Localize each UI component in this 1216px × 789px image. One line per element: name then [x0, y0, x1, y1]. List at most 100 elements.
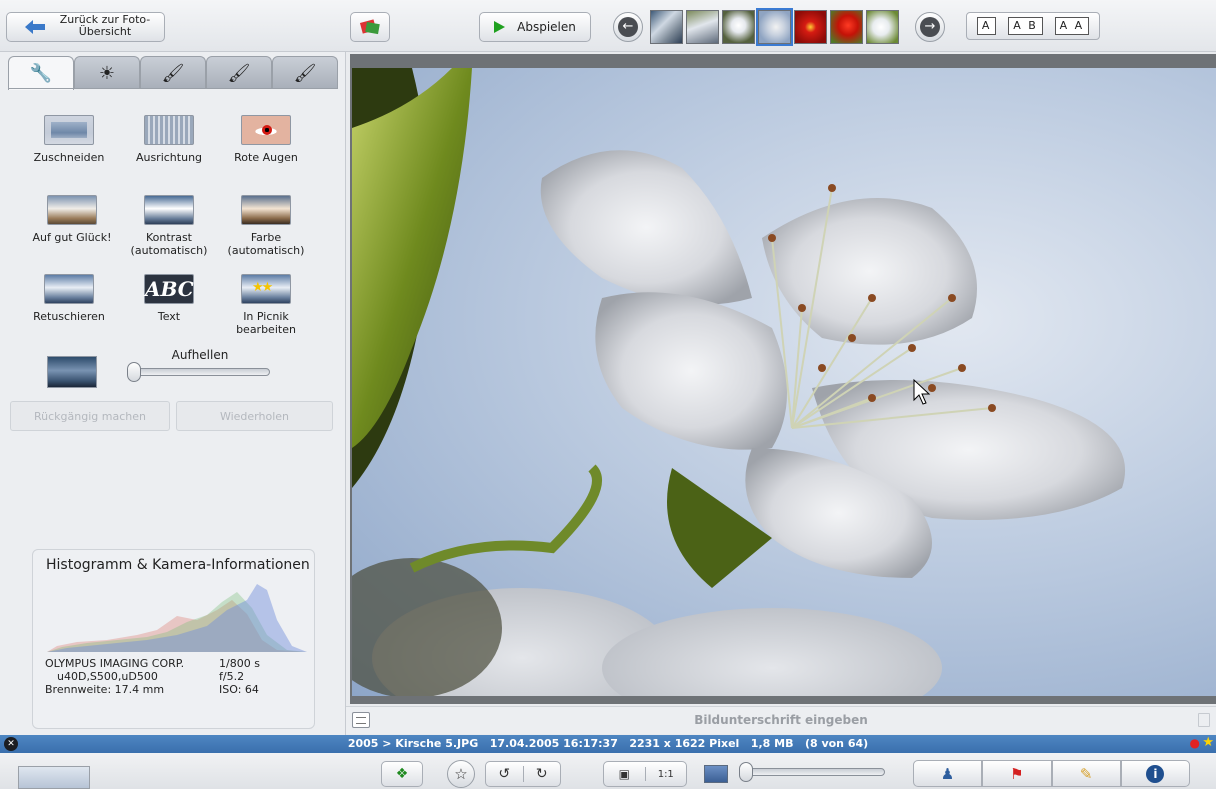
tab-basic-fixes[interactable]: 🔧 [8, 56, 74, 90]
actual-size-button[interactable]: 1:1 [646, 769, 687, 780]
arrow-left-icon [25, 20, 45, 34]
rotate-left-icon[interactable]: ↺ [486, 766, 524, 782]
caption-bar: Bildunterschrift eingeben [346, 706, 1216, 734]
filmstrip-thumbnail-selected[interactable] [756, 8, 793, 46]
auto-color-tool[interactable]: Farbe (automatisch) [216, 195, 316, 257]
tray-pin-button[interactable]: ❖ [381, 761, 423, 787]
crop-icon [44, 115, 94, 145]
im-feeling-lucky-tool[interactable]: Auf gut Glück! [22, 195, 122, 244]
tab-divider [8, 88, 338, 89]
rotate-right-icon[interactable]: ↻ [524, 766, 561, 782]
zoom-icon [704, 765, 728, 783]
camera-info: OLYMPUS IMAGING CORP. u40D,S500,uD500 Br… [45, 657, 213, 696]
edit-tabs: 🔧 ☀ 🖌 🖌 🖌 [8, 56, 338, 90]
sun-icon: ☀ [98, 62, 116, 84]
auto-contrast-label: Kontrast (automatisch) [130, 231, 208, 257]
filmstrip-thumbnail[interactable] [722, 10, 755, 44]
fit-to-window-icon[interactable]: ▣ [604, 767, 646, 781]
star-button[interactable]: ☆ [447, 760, 475, 788]
fill-light-slider[interactable] [127, 362, 270, 382]
info-button[interactable]: i [1120, 760, 1190, 787]
tab-effects-2[interactable]: 🖌 [206, 56, 272, 89]
people-button[interactable]: ♟ [913, 760, 983, 787]
back-to-photo-overview-button[interactable]: Zurück zur Foto- Übersicht [6, 12, 165, 42]
zoom-slider[interactable] [739, 762, 885, 782]
brush-icon: 🖌 [161, 62, 185, 84]
caption-input[interactable]: Bildunterschrift eingeben [346, 713, 1216, 727]
tab-adjustments[interactable]: ☀ [74, 56, 140, 89]
undo-button[interactable]: Rückgängig machen [10, 401, 170, 431]
picnik-stars-icon [241, 274, 291, 304]
arrow-right-circle-icon: → [920, 17, 940, 37]
text-tool[interactable]: ABC Text [119, 274, 219, 323]
brush-picture-icon: 🖌 [227, 62, 251, 84]
next-photo-button[interactable]: → [915, 12, 945, 42]
share-button[interactable] [350, 12, 390, 42]
fill-light-label: Aufhellen [171, 348, 229, 362]
retouch-label: Retuschieren [33, 310, 105, 323]
red-eye-tool[interactable]: Rote Augen [216, 115, 316, 164]
focal-length: Brennweite: 17.4 mm [45, 683, 165, 696]
status-bar: ✕ 2005 > Kirsche 5.JPG 17.04.2005 16:17:… [0, 735, 1216, 753]
filmstrip-thumbnail[interactable] [830, 10, 863, 44]
crop-tool[interactable]: Zuschneiden [19, 115, 119, 164]
play-label: Abspielen [517, 20, 576, 34]
places-button[interactable]: ⚑ [982, 760, 1052, 787]
straighten-label: Ausrichtung [135, 151, 203, 164]
tag-icon: ✎ [1079, 764, 1093, 783]
filmstrip [650, 8, 899, 46]
back-button-label: Zurück zur Foto- Übersicht [59, 13, 151, 38]
trash-icon[interactable] [1198, 713, 1210, 727]
retouch-tool[interactable]: Retuschieren [19, 274, 119, 323]
slideshow-play-button[interactable]: Abspielen [479, 12, 591, 42]
camera-make: OLYMPUS IMAGING CORP. [45, 657, 185, 670]
cherry-blossom-photo [352, 68, 1126, 696]
layout-single-button[interactable]: A [976, 17, 997, 35]
filmstrip-thumbnail[interactable] [686, 10, 719, 44]
arrow-left-circle-icon: ← [618, 17, 638, 37]
previous-photo-button[interactable]: ← [613, 12, 643, 42]
aperture: f/5.2 [219, 670, 245, 683]
tab-effects-3[interactable]: 🖌 [272, 56, 338, 89]
star-icon: ★ [1202, 735, 1214, 750]
compare-layout-group: A A B A A [966, 12, 1100, 40]
zoom-slider-handle[interactable] [739, 762, 753, 782]
top-toolbar: Zurück zur Foto- Übersicht Abspielen ← →… [0, 0, 1216, 52]
tray-thumbnail[interactable] [18, 766, 90, 789]
red-eye-label: Rote Augen [234, 151, 298, 164]
edit-in-picnik-tool[interactable]: In Picnik bearbeiten [216, 274, 316, 336]
lucky-label: Auf gut Glück! [32, 231, 112, 244]
red-eye-icon [241, 115, 291, 145]
text-abc-icon: ABC [144, 274, 194, 304]
color-icon [241, 195, 291, 225]
shutter-speed: 1/800 s [219, 657, 260, 670]
tab-effects-1[interactable]: 🖌 [140, 56, 206, 89]
retouch-icon [44, 274, 94, 304]
person-icon: ♟ [940, 764, 955, 783]
info-icon: i [1146, 764, 1165, 783]
photo-details: 2005 > Kirsche 5.JPG 17.04.2005 16:17:37… [347, 737, 869, 750]
wrench-icon: 🔧 [29, 63, 53, 84]
layout-compare-button[interactable]: A B [1008, 17, 1043, 35]
fill-light-icon [47, 356, 97, 388]
iso: ISO: 64 [219, 683, 259, 696]
photo-view[interactable] [352, 68, 1216, 696]
straighten-tool[interactable]: Ausrichtung [119, 115, 219, 164]
info-panels-group: ♟ ⚑ ✎ i [913, 760, 1190, 787]
histogram-panel: Histogramm & Kamera-Informationen OLYMPU… [32, 549, 315, 729]
geotag-pin-icon: ● [1189, 736, 1200, 750]
filmstrip-thumbnail[interactable] [866, 10, 899, 44]
fill-light-slider-handle[interactable] [127, 362, 141, 382]
star-outline-icon: ☆ [454, 765, 468, 783]
layout-before-after-button[interactable]: A A [1054, 17, 1090, 35]
straighten-icon [144, 115, 194, 145]
auto-contrast-tool[interactable]: Kontrast (automatisch) [119, 195, 219, 257]
filmstrip-thumbnail[interactable] [650, 10, 683, 44]
tags-button[interactable]: ✎ [1051, 760, 1121, 787]
brush-picture-blue-icon: 🖌 [293, 62, 317, 84]
crop-label: Zuschneiden [33, 151, 105, 164]
redo-button[interactable]: Wiederholen [176, 401, 333, 431]
filmstrip-thumbnail[interactable] [794, 10, 827, 44]
map-pin-icon: ⚑ [1010, 764, 1024, 783]
histogram-title: Histogramm & Kamera-Informationen [46, 557, 310, 573]
